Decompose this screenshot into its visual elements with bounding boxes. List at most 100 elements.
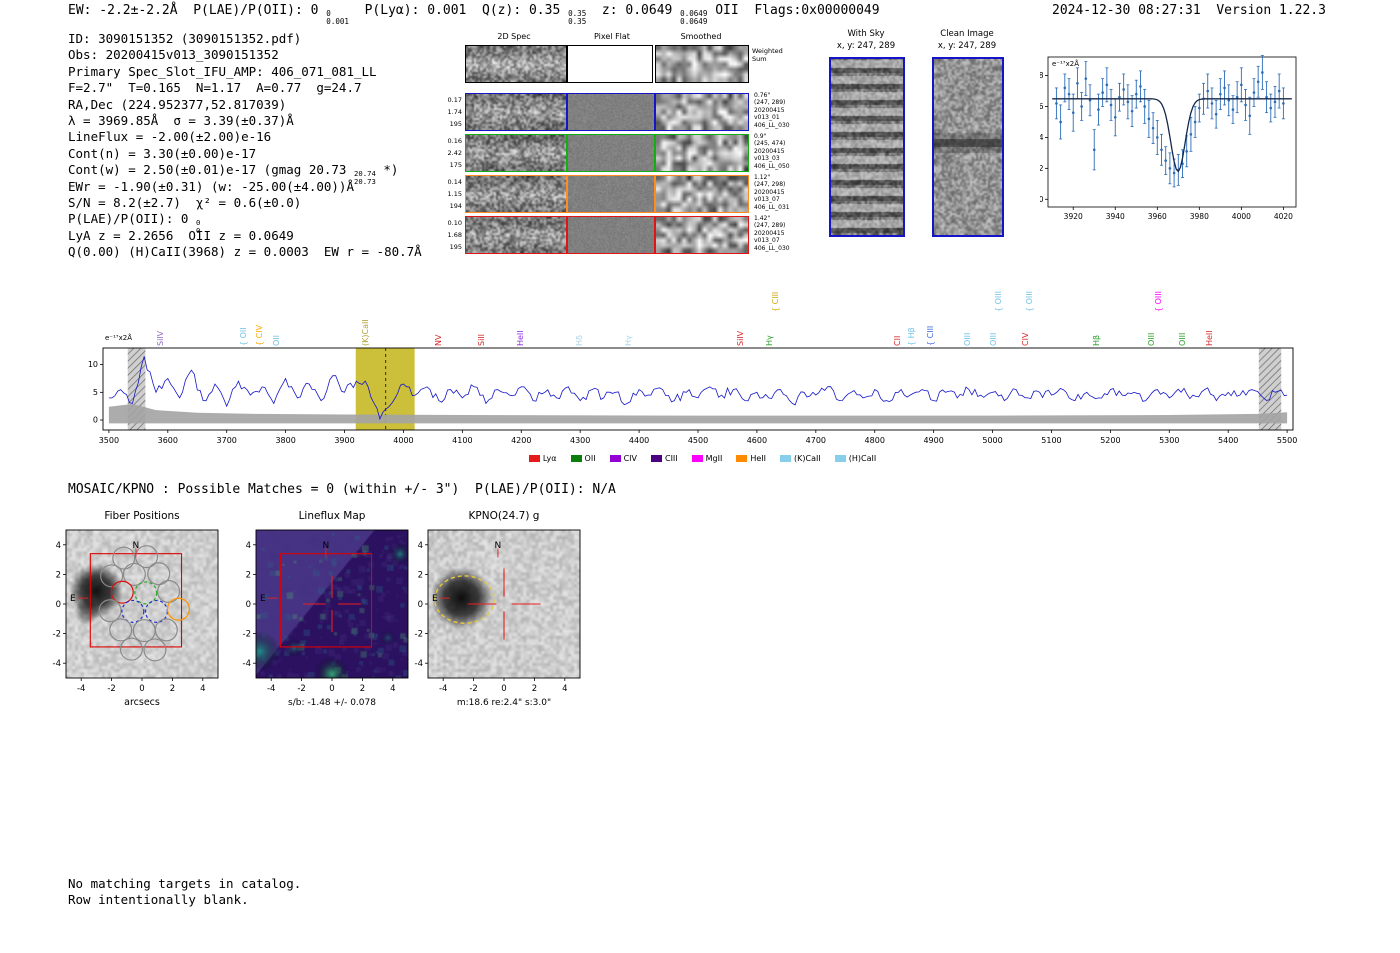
legend-label: OII <box>584 453 596 463</box>
legend-label: Lyα <box>542 453 557 463</box>
legend-item: (H)CaII <box>834 454 876 463</box>
y-tick-label: -2 <box>243 630 251 640</box>
x-tick-label: 4200 <box>511 436 531 445</box>
text-segment: LineFlux = -2.00(±2.00)e-16 <box>68 129 272 145</box>
data-point <box>1189 133 1193 136</box>
y-tick-label: 6 <box>1040 102 1044 111</box>
y-tick-label: 0 <box>418 600 423 610</box>
spec2d-2d-spec-image <box>465 175 567 213</box>
text-segment: P(Lyα): 0.001 Q(z): 0.35 <box>348 3 569 18</box>
spec2d-smoothed-image <box>655 175 749 213</box>
emission-line-label: CII <box>892 335 902 346</box>
emission-line-label: CIV <box>1021 332 1030 346</box>
x-tick-label: 3900 <box>334 436 354 445</box>
legend-item: CIII <box>650 454 678 463</box>
data-point <box>1193 120 1197 124</box>
emission-line-label: { CIII <box>925 325 935 346</box>
with-sky-panel: With Sky x, y: 247, 289 <box>818 29 914 245</box>
fiber-positions-cutout: Fiber Positions -4 -4 -2 -2 0 0 2 2 4 4 arcsecs N E <box>40 505 250 710</box>
spectrum-legend: Lyα OII CIV CIII MgII HeII (K)CaII (H)CaII <box>80 452 1325 464</box>
ifu-footprint-box <box>279 553 373 648</box>
legend-label: (K)CaII <box>794 453 821 463</box>
text-segment: Q(0.00) (H)CaII(3968) z = 0.0003 EW r = … <box>68 244 422 260</box>
fiber-circle <box>157 579 181 603</box>
x-tick-label: -4 <box>77 684 85 694</box>
clean-image-title: Clean Image <box>940 29 994 39</box>
data-point <box>1151 126 1155 130</box>
compass-east: E <box>432 594 438 604</box>
fiber-circle <box>100 564 124 588</box>
x-tick-label: 0 <box>139 684 144 694</box>
spec2d-pixel-flat-image <box>567 134 655 172</box>
limits-annotation: 20.74 20.73 <box>353 169 376 186</box>
line-fit-plot-svg: 3920 3940 3960 3980 4000 4020 0 2 4 6 8 e⁻¹⁷x2Å <box>1040 55 1297 221</box>
data-point <box>1164 159 1167 162</box>
cutout-title: Fiber Positions <box>104 510 179 522</box>
x-tick-label: 5000 <box>982 436 1002 445</box>
text-segment: LyA z = 2.2656 OII z = 0.0649 <box>68 227 294 243</box>
footer-line-2: Row intentionally blank. <box>68 892 249 907</box>
x-tick-label: 5100 <box>1041 436 1061 445</box>
data-point <box>1139 85 1142 88</box>
x-tick-label: 5500 <box>1277 436 1297 445</box>
x-tick-label: 4300 <box>570 436 590 445</box>
data-point <box>1109 103 1113 107</box>
with-sky-image <box>829 57 905 237</box>
data-point <box>1265 95 1268 99</box>
fiber-circle <box>109 618 133 642</box>
data-point <box>1071 111 1075 114</box>
emission-line-label: Hγ <box>624 335 633 346</box>
compass-east: E <box>70 594 76 604</box>
legend-swatch <box>780 454 792 462</box>
text-segment: Cont(n) = 3.30(±0.00)e-17 <box>68 145 257 161</box>
spec2d-col-header: Smoothed <box>680 32 722 41</box>
data-point <box>1092 148 1096 152</box>
emission-line-label: { OII <box>238 327 248 346</box>
y-tick-label: 10 <box>88 360 98 369</box>
limits-annotation: 0 0.001 <box>326 9 349 27</box>
clean-image-xy: x, y: 247, 289 <box>937 41 997 51</box>
data-point <box>1126 100 1130 104</box>
x-tick-label: 3800 <box>275 436 295 445</box>
spec2d-panel: 2D Spec Pixel Flat Smoothed Weighted Sum 0.1… <box>410 30 830 265</box>
y-tick-label: -2 <box>415 630 423 640</box>
legend-swatch <box>528 454 540 462</box>
summary-header: EW: -2.2±-2.2Å P(LAE)/P(OII): 0 0 0.001 P… <box>68 3 880 26</box>
text-segment: EW: -2.2±-2.2Å P(LAE)/P(OII): 0 <box>68 3 327 18</box>
legend-item: HeII <box>736 454 766 463</box>
spectrum-svg: 3500 3600 3700 3800 3900 4000 4100 4200 4300 4400… <box>88 333 1297 445</box>
data-point <box>1122 88 1125 91</box>
y-tick-label: 0 <box>1040 195 1044 204</box>
spec2d-row-stats: 0.14 1.15 194 <box>447 178 462 210</box>
x-tick-label: -2 <box>469 684 477 694</box>
spec2d-col-header: 2D Spec <box>497 32 531 41</box>
x-tick-label: 4100 <box>452 436 472 445</box>
x-tick-label: 4700 <box>806 436 826 445</box>
text-segment: ID: 3090151352 (3090151352.pdf) <box>68 31 302 46</box>
x-tick-label: -4 <box>267 684 275 694</box>
info-line: LineFlux = -2.00(±2.00)e-16 <box>68 129 458 145</box>
text-segment: z: 0.0649 <box>586 3 681 18</box>
spec2d-row-stats: 0.16 2.42 175 <box>447 137 462 169</box>
clean-image <box>932 57 1004 237</box>
legend-label: MgII <box>705 453 723 463</box>
emission-line-label: OIII <box>1147 332 1157 346</box>
info-line: Cont(w) = 2.50(±0.01)e-17 (gmag 20.73 20… <box>68 162 458 185</box>
fiber-circle <box>166 597 191 621</box>
plot-frame <box>427 529 581 679</box>
data-point <box>1130 109 1134 113</box>
y-tick-label: 2 <box>246 570 251 580</box>
text-segment: Obs: 20200415v013_3090151352 <box>68 47 279 63</box>
x-tick-label: 4500 <box>688 436 708 445</box>
y-tick-label: -2 <box>53 630 61 640</box>
y-tick-label: 2 <box>56 570 61 580</box>
emission-line-label: SiIV <box>155 330 165 346</box>
x-tick-label: 3920 <box>1064 212 1083 221</box>
x-tick-label: 4000 <box>1232 212 1251 221</box>
data-point <box>1261 71 1264 74</box>
fiber-circle <box>119 637 143 661</box>
data-point <box>1118 95 1121 99</box>
data-point <box>1076 81 1079 85</box>
y-tick-label: 2 <box>1040 164 1044 173</box>
weighted-sum-label: Weighted Sum <box>752 47 783 63</box>
